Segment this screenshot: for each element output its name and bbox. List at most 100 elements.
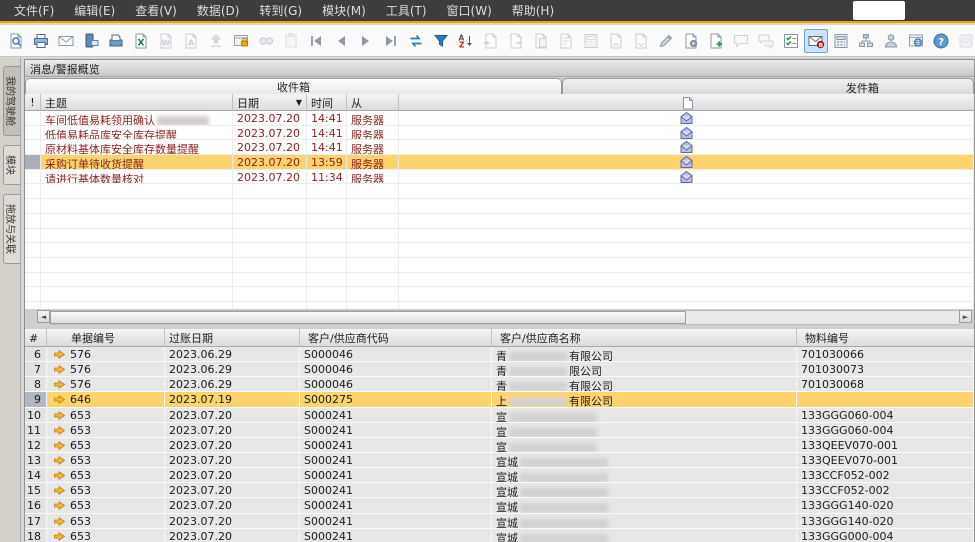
documents-col-header-2[interactable]: 过账日期 xyxy=(165,329,300,347)
attachment-envelope-icon[interactable] xyxy=(399,170,974,184)
find-icon[interactable] xyxy=(254,29,278,53)
sidebar-tab-2[interactable]: 拖放与关联 xyxy=(3,194,20,264)
next-record-icon[interactable] xyxy=(354,29,378,53)
target-document-icon[interactable] xyxy=(629,29,653,53)
edit-icon[interactable] xyxy=(654,29,678,53)
menu-item-3[interactable]: 数据(D) xyxy=(187,0,250,22)
document-row-15[interactable]: 156532023.07.20S000241宣城133CCF052-002 xyxy=(25,483,974,498)
sidebar-tab-0[interactable]: 我的驾驶舱 xyxy=(3,66,20,136)
menu-item-2[interactable]: 查看(V) xyxy=(125,0,187,22)
document-settings-icon[interactable] xyxy=(679,29,703,53)
customize-icon[interactable] xyxy=(954,29,975,53)
employee-icon[interactable] xyxy=(879,29,903,53)
export-excel-icon[interactable]: X xyxy=(129,29,153,53)
base-document-icon[interactable] xyxy=(604,29,628,53)
print-icon[interactable] xyxy=(29,29,53,53)
inbox-col-header-2[interactable]: 日期▼ xyxy=(233,94,307,111)
messages-alerts-overview-icon[interactable]: B xyxy=(804,29,828,53)
link-arrow-icon[interactable] xyxy=(53,531,66,542)
tab-inbox[interactable]: 收件箱 xyxy=(25,78,562,94)
inbox-col-header-3[interactable]: 时间 xyxy=(307,94,347,111)
inbox-col-header-0[interactable]: ! xyxy=(25,94,41,111)
attachment-envelope-icon[interactable] xyxy=(399,126,974,140)
inbox-row-2[interactable]: 低值易耗品库安全库存提醒2023.07.2014:41服务器 xyxy=(25,126,974,141)
scroll-right-button[interactable]: ► xyxy=(959,310,972,323)
help-icon[interactable]: ? xyxy=(929,29,953,53)
org-chart-icon[interactable] xyxy=(854,29,878,53)
refresh-record-icon[interactable] xyxy=(404,29,428,53)
checklist-icon[interactable] xyxy=(779,29,803,53)
export-pdf-icon[interactable]: A xyxy=(179,29,203,53)
scrollbar-thumb[interactable] xyxy=(50,311,686,324)
inbox-row-4[interactable]: 采购订单待收货提醒2023.07.2013:59服务器 xyxy=(25,155,974,170)
form-settings-icon[interactable] xyxy=(704,29,728,53)
inbox-row-1[interactable]: 车间低值易耗领用确认2023.07.2014:41服务器 xyxy=(25,111,974,126)
menu-item-0[interactable]: 文件(F) xyxy=(4,0,64,22)
link-arrow-icon[interactable] xyxy=(53,500,66,511)
link-arrow-icon[interactable] xyxy=(53,470,66,481)
calculator-icon[interactable] xyxy=(829,29,853,53)
link-arrow-icon[interactable] xyxy=(53,455,66,466)
menu-item-8[interactable]: 帮助(H) xyxy=(502,0,564,22)
last-record-icon[interactable] xyxy=(379,29,403,53)
inbox-row-3[interactable]: 原材料基体库安全库存数量提醒2023.07.2014:41服务器 xyxy=(25,140,974,155)
documents-col-header-1[interactable]: 单据编号 xyxy=(47,329,165,347)
web-browser-icon[interactable] xyxy=(904,29,928,53)
menu-item-5[interactable]: 模块(M) xyxy=(312,0,376,22)
sidebar-tab-1[interactable]: 模块 xyxy=(3,145,20,185)
menu-item-6[interactable]: 工具(T) xyxy=(376,0,437,22)
link-arrow-icon[interactable] xyxy=(53,485,66,496)
document-row-17[interactable]: 176532023.07.20S000241宣城133GGG140-020 xyxy=(25,514,974,529)
scroll-left-button[interactable]: ◄ xyxy=(37,310,50,323)
document-row-8[interactable]: 85762023.06.29S000046青有限公司701030068 xyxy=(25,377,974,392)
scrollbar-track[interactable] xyxy=(50,310,959,325)
menu-item-4[interactable]: 转到(G) xyxy=(249,0,312,22)
document-row-10[interactable]: 106532023.07.20S000241宣133GGG060-004 xyxy=(25,408,974,423)
inbox-col-header-1[interactable]: 主题 xyxy=(41,94,233,111)
sort-table-icon[interactable]: AZ xyxy=(454,29,478,53)
link-arrow-icon[interactable] xyxy=(53,410,66,421)
send-fax-icon[interactable] xyxy=(104,29,128,53)
menu-item-1[interactable]: 编辑(E) xyxy=(64,0,125,22)
attachment-envelope-icon[interactable] xyxy=(399,111,974,125)
clipboard-icon[interactable] xyxy=(279,29,303,53)
document-row-14[interactable]: 146532023.07.20S000241宣城133CCF052-002 xyxy=(25,468,974,483)
document-row-9[interactable]: 96462023.07.19S000275上有限公司 xyxy=(25,392,974,407)
link-arrow-icon[interactable] xyxy=(53,440,66,451)
comment-icon[interactable] xyxy=(729,29,753,53)
attachment-envelope-icon[interactable] xyxy=(399,155,974,169)
inbox-row-5[interactable]: 请进行基体数量核对2023.07.2011:34服务器 xyxy=(25,170,974,185)
documents-col-header-4[interactable]: 客户/供应商名称 xyxy=(492,329,797,347)
document-row-18[interactable]: 186532023.07.20S000241宣城133GGG000-004 xyxy=(25,529,974,542)
attachment-envelope-icon[interactable] xyxy=(399,140,974,154)
launch-application-icon[interactable] xyxy=(204,29,228,53)
document-row-13[interactable]: 136532023.07.20S000241宣城133QEEV070-001 xyxy=(25,453,974,468)
print-preview-icon[interactable] xyxy=(4,29,28,53)
tab-outbox[interactable]: 发件箱 xyxy=(562,78,974,94)
send-email-icon[interactable] xyxy=(54,29,78,53)
first-record-icon[interactable] xyxy=(304,29,328,53)
document-row-12[interactable]: 126532023.07.20S000241宣133QEEV070-001 xyxy=(25,438,974,453)
chat-icon[interactable] xyxy=(754,29,778,53)
previous-record-icon[interactable] xyxy=(329,29,353,53)
documents-col-header-5[interactable]: 物料编号 xyxy=(797,329,974,347)
link-arrow-icon[interactable] xyxy=(53,349,66,360)
document-row-6[interactable]: 65762023.06.29S000046青有限公司701030066 xyxy=(25,347,974,362)
send-sms-icon[interactable] xyxy=(79,29,103,53)
lock-screen-icon[interactable] xyxy=(229,29,253,53)
link-arrow-icon[interactable] xyxy=(53,364,66,375)
document-journal-icon[interactable] xyxy=(579,29,603,53)
export-word-icon[interactable]: W xyxy=(154,29,178,53)
link-arrow-icon[interactable] xyxy=(53,425,66,436)
attachment-column-header[interactable] xyxy=(399,94,974,111)
copy-from-icon[interactable] xyxy=(479,29,503,53)
documents-col-header-0[interactable]: # xyxy=(25,329,47,347)
link-arrow-icon[interactable] xyxy=(53,516,66,527)
menu-item-7[interactable]: 窗口(W) xyxy=(437,0,502,22)
copy-to-icon[interactable] xyxy=(504,29,528,53)
journal-entry-icon[interactable] xyxy=(554,29,578,53)
link-arrow-icon[interactable] xyxy=(53,394,66,405)
document-row-11[interactable]: 116532023.07.20S000241宣133GGG060-004 xyxy=(25,423,974,438)
document-row-7[interactable]: 75762023.06.29S000046青限公司701030073 xyxy=(25,362,974,377)
filter-table-icon[interactable] xyxy=(429,29,453,53)
